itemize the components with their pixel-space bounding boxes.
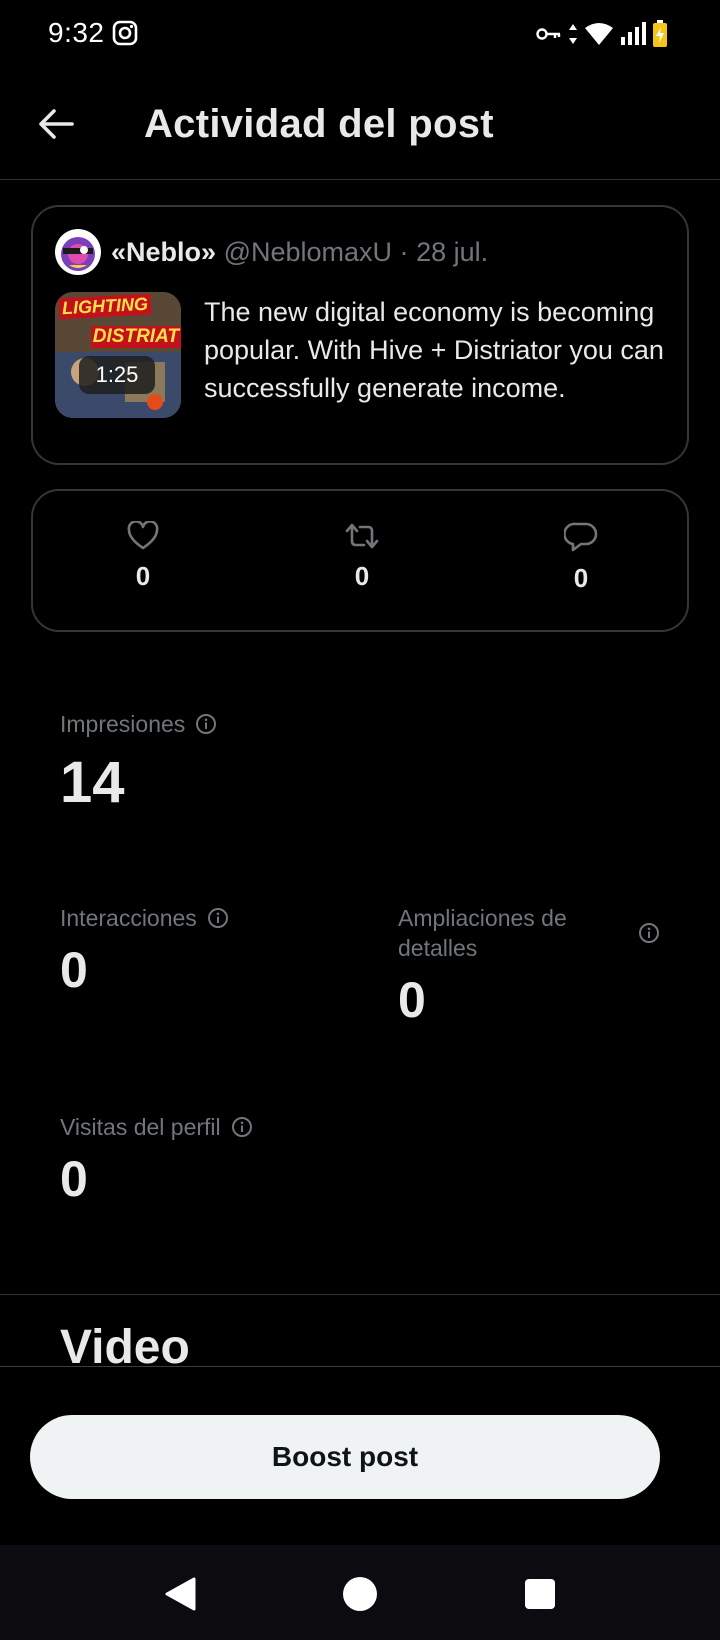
replies-count: 0 bbox=[573, 563, 589, 593]
detail-expands-label: Ampliaciones de detalles bbox=[398, 905, 567, 961]
heart-icon bbox=[127, 521, 159, 550]
nav-back-button[interactable] bbox=[158, 1572, 202, 1616]
detail-expands-metric: Ampliaciones de detalles 0 bbox=[398, 903, 660, 1029]
engagement-card: 0 0 0 bbox=[31, 489, 689, 632]
section-divider bbox=[0, 1294, 720, 1295]
author-name: «Neblo» bbox=[111, 237, 217, 267]
info-icon[interactable] bbox=[195, 713, 217, 735]
repost-icon bbox=[345, 523, 379, 549]
data-arrows-icon bbox=[569, 24, 577, 44]
battery-icon bbox=[653, 20, 667, 47]
avatar bbox=[55, 229, 101, 275]
arrow-left-icon bbox=[39, 109, 74, 139]
post-date: 28 jul. bbox=[416, 237, 489, 267]
profile-visits-label: Visitas del perfil bbox=[60, 1114, 221, 1140]
reply-bubble-icon bbox=[564, 522, 598, 552]
info-icon[interactable] bbox=[638, 922, 660, 944]
status-icons bbox=[536, 20, 668, 48]
interactions-metric: Interacciones 0 bbox=[60, 903, 229, 999]
nav-recents-button[interactable] bbox=[518, 1572, 562, 1616]
impressions-metric: Impresiones 14 bbox=[60, 709, 217, 816]
impressions-value: 14 bbox=[60, 750, 125, 815]
triangle-back-icon bbox=[165, 1577, 196, 1611]
reposts-count: 0 bbox=[354, 561, 370, 591]
profile-visits-metric: Visitas del perfil 0 bbox=[60, 1112, 253, 1208]
thumbnail-text-2: DISTRIAT bbox=[90, 326, 181, 348]
interactions-value: 0 bbox=[60, 942, 88, 998]
post-header: «Neblo» @NeblomaxU · 28 jul. bbox=[111, 237, 488, 268]
nav-home-button[interactable] bbox=[338, 1572, 382, 1616]
signal-icon bbox=[621, 22, 646, 45]
status-bar: 9:32 bbox=[0, 0, 720, 66]
detail-expands-value: 0 bbox=[398, 972, 426, 1028]
post-text: The new digital economy is becoming popu… bbox=[204, 297, 664, 403]
back-button[interactable] bbox=[34, 102, 78, 146]
info-icon[interactable] bbox=[207, 907, 229, 929]
impressions-label: Impresiones bbox=[60, 711, 186, 737]
profile-visits-value: 0 bbox=[60, 1151, 88, 1207]
likes-stat: 0 bbox=[103, 521, 183, 592]
interactions-label: Interacciones bbox=[60, 905, 197, 931]
likes-count: 0 bbox=[135, 561, 151, 591]
avatar-image bbox=[61, 237, 95, 271]
instagram-icon bbox=[112, 20, 138, 46]
video-section-heading: Video bbox=[60, 1321, 190, 1366]
system-nav-bar bbox=[0, 1545, 720, 1640]
page-title: Actividad del post bbox=[144, 102, 494, 146]
reposts-stat: 0 bbox=[322, 521, 402, 592]
square-recents-icon bbox=[525, 1579, 555, 1609]
vpn-key-icon bbox=[536, 28, 561, 40]
bottom-sheet-divider bbox=[0, 1366, 720, 1367]
boost-post-button[interactable]: Boost post bbox=[30, 1415, 660, 1499]
video-thumbnail[interactable]: LIGHTING DISTRIAT 1:25 bbox=[55, 292, 181, 418]
status-time: 9:32 bbox=[48, 17, 105, 48]
circle-home-icon bbox=[343, 1577, 377, 1611]
post-preview-card[interactable]: «Neblo» @NeblomaxU · 28 jul. LIGHTING DI… bbox=[31, 205, 689, 465]
replies-stat: 0 bbox=[541, 521, 621, 594]
author-handle: @NeblomaxU bbox=[223, 237, 393, 267]
app-header: Actividad del post bbox=[0, 66, 720, 180]
info-icon[interactable] bbox=[231, 1116, 253, 1138]
video-duration-badge: 1:25 bbox=[79, 356, 155, 394]
separator-dot: · bbox=[399, 237, 409, 267]
wifi-icon bbox=[585, 23, 613, 45]
